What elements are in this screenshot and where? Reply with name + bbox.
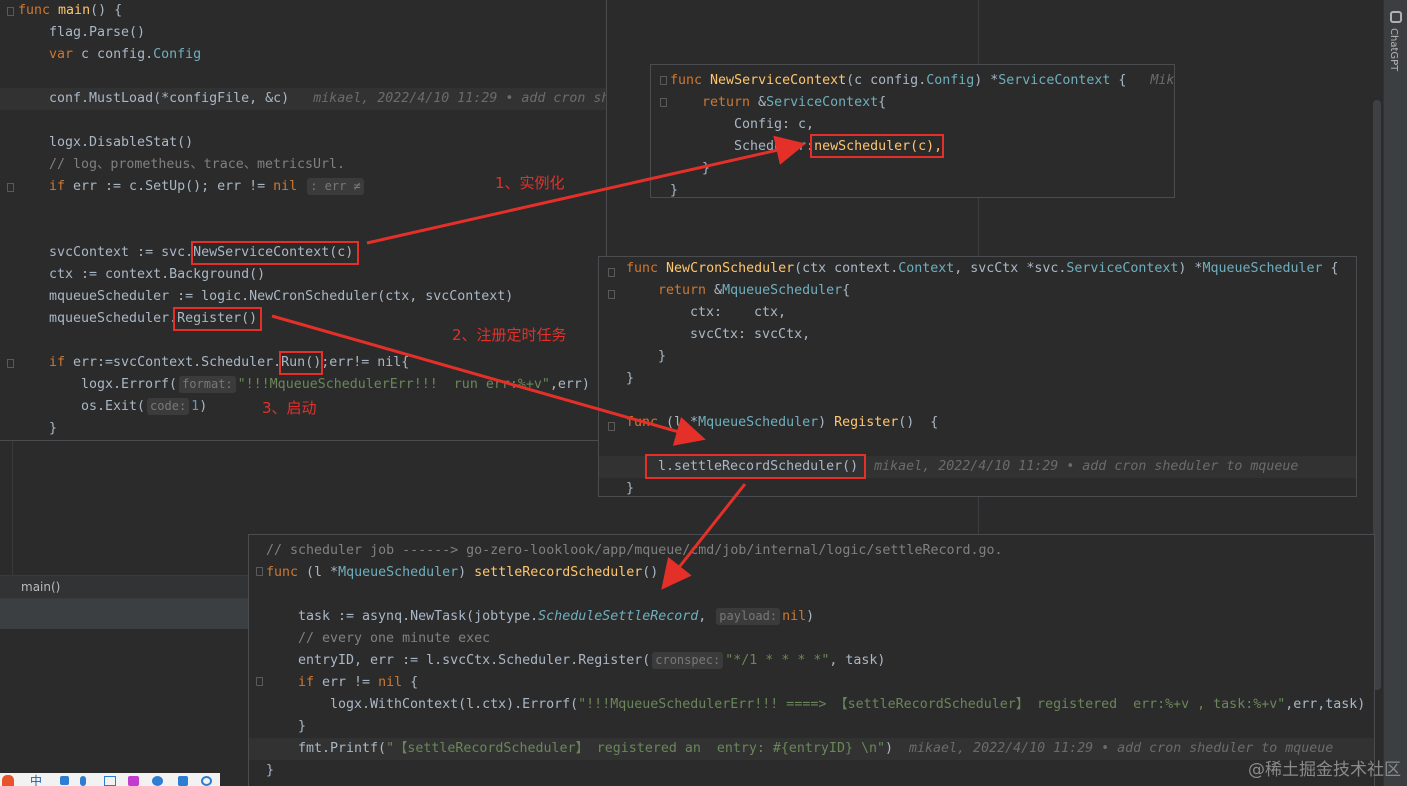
breadcrumb: main() [0,575,248,599]
tray-icon[interactable] [152,776,163,786]
annotation-step-2: 2、注册定时任务 [452,326,567,344]
ime-indicator[interactable]: 中 [30,772,42,786]
code-line: func NewServiceContext(c config.Config) … [670,73,1175,88]
new-cron-scheduler-popup: func NewCronScheduler(ctx context.Contex… [598,256,1357,497]
code-line: logx.DisableStat() [49,135,194,150]
code-line: flag.Parse() [49,25,146,40]
code-line: func (l *MqueueScheduler) settleRecordSc… [266,565,683,580]
inlay-hint: : err ≠ [307,177,364,195]
code-line: } [702,161,711,176]
code-line: } [298,719,307,734]
code-line: } [266,763,275,778]
git-blame: mikael, 2022/4/10 11:29 • add cron shedu… [874,459,1299,474]
code-line: svcCtx: svcCtx, [690,327,811,342]
register-call[interactable]: Register() [177,311,257,326]
settle-record-scheduler-popup: // scheduler job ------> go-zero-lookloo… [248,534,1375,786]
code-line: } [626,371,635,386]
inlay-hint: format: [179,375,236,393]
code-line: svcContext := svc.NewServiceContext(c) [49,245,354,260]
main-function-panel: func main() { flag.Parse() var c config.… [0,0,607,441]
new-service-context-popup: func NewServiceContext(c config.Config) … [650,64,1175,198]
watermark: @稀土掘金技术社区 [1248,760,1401,780]
code-line: mqueueScheduler := logic.NewCronSchedule… [49,289,514,304]
taskbar-fragment: 中 [0,773,220,786]
code-line: } [49,421,58,436]
inlay-hint: payload: [716,607,781,625]
inlay-hint: code: [147,397,190,415]
code-line: return &MqueueScheduler{ [658,283,851,298]
tray-icon[interactable] [104,776,116,786]
code-line: conf.MustLoad(*configFile, &c) mikael, 2… [0,88,606,110]
settle-record-scheduler-call[interactable]: l.settleRecordScheduler() [658,459,858,474]
chatgpt-tab[interactable]: ChatGPT [1388,28,1399,71]
code-line: l.settleRecordScheduler() mikael, 2022/4… [599,456,1356,478]
tray-icon[interactable] [201,776,212,786]
tray-icon[interactable] [60,776,69,785]
new-scheduler-call[interactable]: newScheduler(c), [814,139,942,154]
app-icon[interactable] [2,775,14,786]
tray-icon[interactable] [80,776,86,786]
gutter-line [12,440,13,575]
code-line: entryID, err := l.svcCtx.Scheduler.Regis… [298,651,886,669]
annotation-step-3: 3、启动 [262,399,317,417]
code-line: Scheduler:newScheduler(c), [734,139,943,154]
code-line: // scheduler job ------> go-zero-lookloo… [266,543,1003,558]
code-line: Config: c, [734,117,815,132]
git-blame: mikael, 2022/4/10 11:29 • add cron shedu… [909,741,1334,756]
code-line: var c config.Config [49,47,202,62]
code-line: func (l *MqueueScheduler) Register() { [626,415,939,430]
run-call[interactable]: Run() [281,355,321,370]
chatgpt-icon[interactable] [1390,11,1402,23]
code-line: func main() { [18,3,123,18]
code-line: return &ServiceContext{ [702,95,887,110]
git-blame: mikael, 2022/4/10 11:29 • add cron sh [313,91,607,106]
code-line: ctx := context.Background() [49,267,266,282]
inlay-hint: cronspec: [652,651,724,669]
tray-icon[interactable] [128,776,139,786]
annotation-step-1: 1、实例化 [495,174,565,192]
breadcrumb-strip [0,599,248,629]
code-line: logx.WithContext(l.ctx).Errorf("!!!Mqueu… [330,697,1366,712]
code-line: ctx: ctx, [690,305,787,320]
code-line: } [626,481,635,496]
right-tool-strip: ChatGPT [1383,0,1407,786]
code-line: } [670,183,679,198]
tray-icon[interactable] [178,776,188,786]
breadcrumb-item[interactable]: main() [21,580,60,594]
code-line: logx.Errorf(format: "!!!MqueueSchedulerEr… [81,375,590,393]
code-line: if err:=svcContext.Scheduler.Run();err!=… [49,355,410,370]
new-service-context-call[interactable]: NewServiceContext(c) [193,245,353,260]
code-line: task := asynq.NewTask(jobtype.ScheduleSe… [298,607,815,625]
code-line: } [658,349,667,364]
code-line: fmt.Printf("【settleRecordScheduler】 regi… [249,738,1374,760]
code-line: // every one minute exec [298,631,491,646]
code-line: func NewCronScheduler(ctx context.Contex… [626,261,1339,276]
code-line: if err != nil { [298,675,419,690]
